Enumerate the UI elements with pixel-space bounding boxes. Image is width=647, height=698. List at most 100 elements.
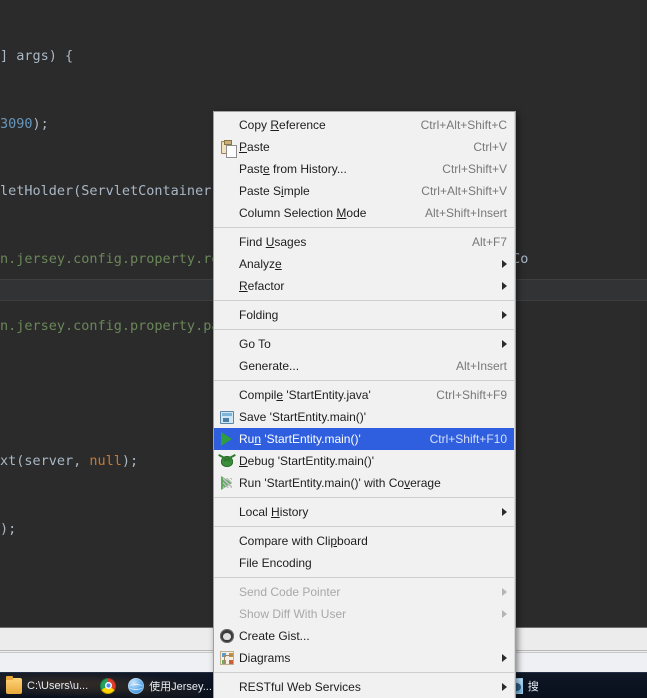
- menu-item-shortcut: Alt+Shift+Insert: [424, 206, 507, 220]
- screen-root: ] args) { 3090); letHolder(ServletContai…: [0, 0, 647, 698]
- menu-item-label: Analyze: [239, 257, 282, 271]
- menu-item-label: Compare with Clipboard: [239, 534, 368, 548]
- menu-item[interactable]: Paste Simple Ctrl+Alt+Shift+V: [214, 180, 515, 202]
- context-menu-right-edge: [514, 112, 515, 698]
- menu-separator: [214, 300, 515, 301]
- menu-item-icon-slot: [214, 629, 239, 643]
- menu-item-shortcut: Alt+Insert: [455, 359, 507, 373]
- globe-icon: [128, 677, 145, 694]
- chevron-right-icon: [502, 588, 507, 596]
- chevron-right-icon: [502, 610, 507, 618]
- menu-item-icon-slot: [214, 651, 239, 665]
- menu-item[interactable]: Paste Ctrl+V: [214, 136, 515, 158]
- menu-item[interactable]: Save 'StartEntity.main()': [214, 406, 515, 428]
- menu-item[interactable]: File Encoding: [214, 552, 515, 574]
- taskbar-item[interactable]: 使用Jersey...: [122, 673, 218, 698]
- menu-item-label: Diagrams: [239, 651, 291, 665]
- menu-item[interactable]: Refactor: [214, 275, 515, 297]
- menu-item-shortcut: Ctrl+Shift+V: [442, 162, 507, 176]
- menu-item[interactable]: Generate... Alt+Insert: [214, 355, 515, 377]
- menu-item-label: Save 'StartEntity.main()': [239, 410, 367, 424]
- chrome-icon: [100, 677, 117, 694]
- menu-item-label: Paste Simple: [239, 184, 310, 198]
- menu-item[interactable]: Debug 'StartEntity.main()': [214, 450, 515, 472]
- menu-separator: [214, 227, 515, 228]
- menu-item-label: Send Code Pointer: [239, 585, 341, 599]
- menu-item[interactable]: Column Selection Mode Alt+Shift+Insert: [214, 202, 515, 224]
- chevron-right-icon: [502, 260, 507, 268]
- chevron-right-icon: [502, 654, 507, 662]
- menu-item[interactable]: Analyze: [214, 253, 515, 275]
- chevron-right-icon: [502, 508, 507, 516]
- taskbar-item-label: C:\Users\u...: [27, 679, 89, 692]
- menu-item[interactable]: Diagrams: [214, 647, 515, 669]
- menu-item[interactable]: Run 'StartEntity.main()' Ctrl+Shift+F10: [214, 428, 515, 450]
- chevron-right-icon: [502, 683, 507, 691]
- menu-item[interactable]: Find Usages Alt+F7: [214, 231, 515, 253]
- menu-item[interactable]: Paste from History... Ctrl+Shift+V: [214, 158, 515, 180]
- chevron-right-icon: [502, 311, 507, 319]
- menu-item-label: Run 'StartEntity.main()': [239, 432, 361, 446]
- paste-icon: [221, 139, 237, 158]
- menu-item-label: Go To: [239, 337, 271, 351]
- taskbar-item[interactable]: [94, 673, 122, 698]
- menu-item-label: Folding: [239, 308, 279, 322]
- chevron-right-icon: [502, 340, 507, 348]
- menu-item-icon-slot: [214, 476, 239, 490]
- menu-item-icon-slot: [214, 432, 239, 446]
- menu-item-label: Copy Reference: [239, 118, 326, 132]
- menu-item[interactable]: Copy Reference Ctrl+Alt+Shift+C: [214, 114, 515, 136]
- menu-item-label: Create Gist...: [239, 629, 310, 643]
- context-menu-body: Copy Reference Ctrl+Alt+Shift+C Paste Ctrl+…: [214, 114, 515, 698]
- menu-separator: [214, 526, 515, 527]
- menu-item-shortcut: Ctrl+Shift+F9: [436, 388, 507, 402]
- menu-item-label: Paste from History...: [239, 162, 347, 176]
- gist-icon: [219, 629, 234, 643]
- menu-separator: [214, 380, 515, 381]
- run-icon: [221, 432, 232, 446]
- menu-item[interactable]: Local History: [214, 501, 515, 523]
- menu-item[interactable]: Run 'StartEntity.main()' with Coverage: [214, 472, 515, 494]
- menu-item-shortcut: Ctrl+Alt+Shift+V: [421, 184, 507, 198]
- taskbar-item-label: 搜: [527, 680, 539, 693]
- menu-separator: [214, 497, 515, 498]
- save-icon: [219, 410, 234, 424]
- menu-item[interactable]: Create Gist...: [214, 625, 515, 647]
- menu-item-label: RESTful Web Services: [239, 680, 361, 694]
- menu-item-label: Paste: [239, 140, 270, 154]
- menu-item[interactable]: Go To: [214, 333, 515, 355]
- menu-item-label: Show Diff With User: [239, 607, 347, 621]
- editor-context-menu[interactable]: Copy Reference Ctrl+Alt+Shift+C Paste Ctrl+…: [213, 111, 516, 698]
- menu-item[interactable]: Folding: [214, 304, 515, 326]
- menu-item-label: File Encoding: [239, 556, 312, 570]
- menu-item-shortcut: Ctrl+Alt+Shift+C: [420, 118, 507, 132]
- taskbar-item[interactable]: C:\Users\u...: [0, 673, 94, 698]
- taskbar-item-label: 使用Jersey...: [149, 680, 212, 693]
- menu-separator: [214, 577, 515, 578]
- menu-item-icon-slot: [214, 455, 239, 467]
- menu-item-shortcut: Ctrl+Shift+F10: [429, 432, 507, 446]
- menu-item-label: Compile 'StartEntity.java': [239, 388, 371, 402]
- menu-item-label: Run 'StartEntity.main()' with Coverage: [239, 476, 441, 490]
- folder-icon: [6, 675, 22, 694]
- menu-item-label: Debug 'StartEntity.main()': [239, 454, 375, 468]
- menu-item-icon-slot: [214, 139, 239, 158]
- chevron-right-icon: [502, 282, 507, 290]
- menu-item-label: Find Usages: [239, 235, 307, 249]
- menu-item: Show Diff With User: [214, 603, 515, 625]
- menu-item[interactable]: RESTful Web Services: [214, 676, 515, 698]
- menu-separator: [214, 329, 515, 330]
- coverage-icon: [221, 476, 232, 490]
- menu-item[interactable]: Compare with Clipboard: [214, 530, 515, 552]
- menu-separator: [214, 672, 515, 673]
- menu-item-icon-slot: [214, 410, 239, 424]
- menu-item-label: Local History: [239, 505, 309, 519]
- menu-item: Send Code Pointer: [214, 581, 515, 603]
- menu-item-label: Generate...: [239, 359, 300, 373]
- menu-item-shortcut: Ctrl+V: [473, 140, 507, 154]
- code-line: ] args) {: [0, 48, 74, 64]
- menu-item[interactable]: Compile 'StartEntity.java' Ctrl+Shift+F9: [214, 384, 515, 406]
- menu-item-shortcut: Alt+F7: [471, 235, 507, 249]
- menu-item-label: Column Selection Mode: [239, 206, 367, 220]
- debug-icon: [220, 455, 233, 467]
